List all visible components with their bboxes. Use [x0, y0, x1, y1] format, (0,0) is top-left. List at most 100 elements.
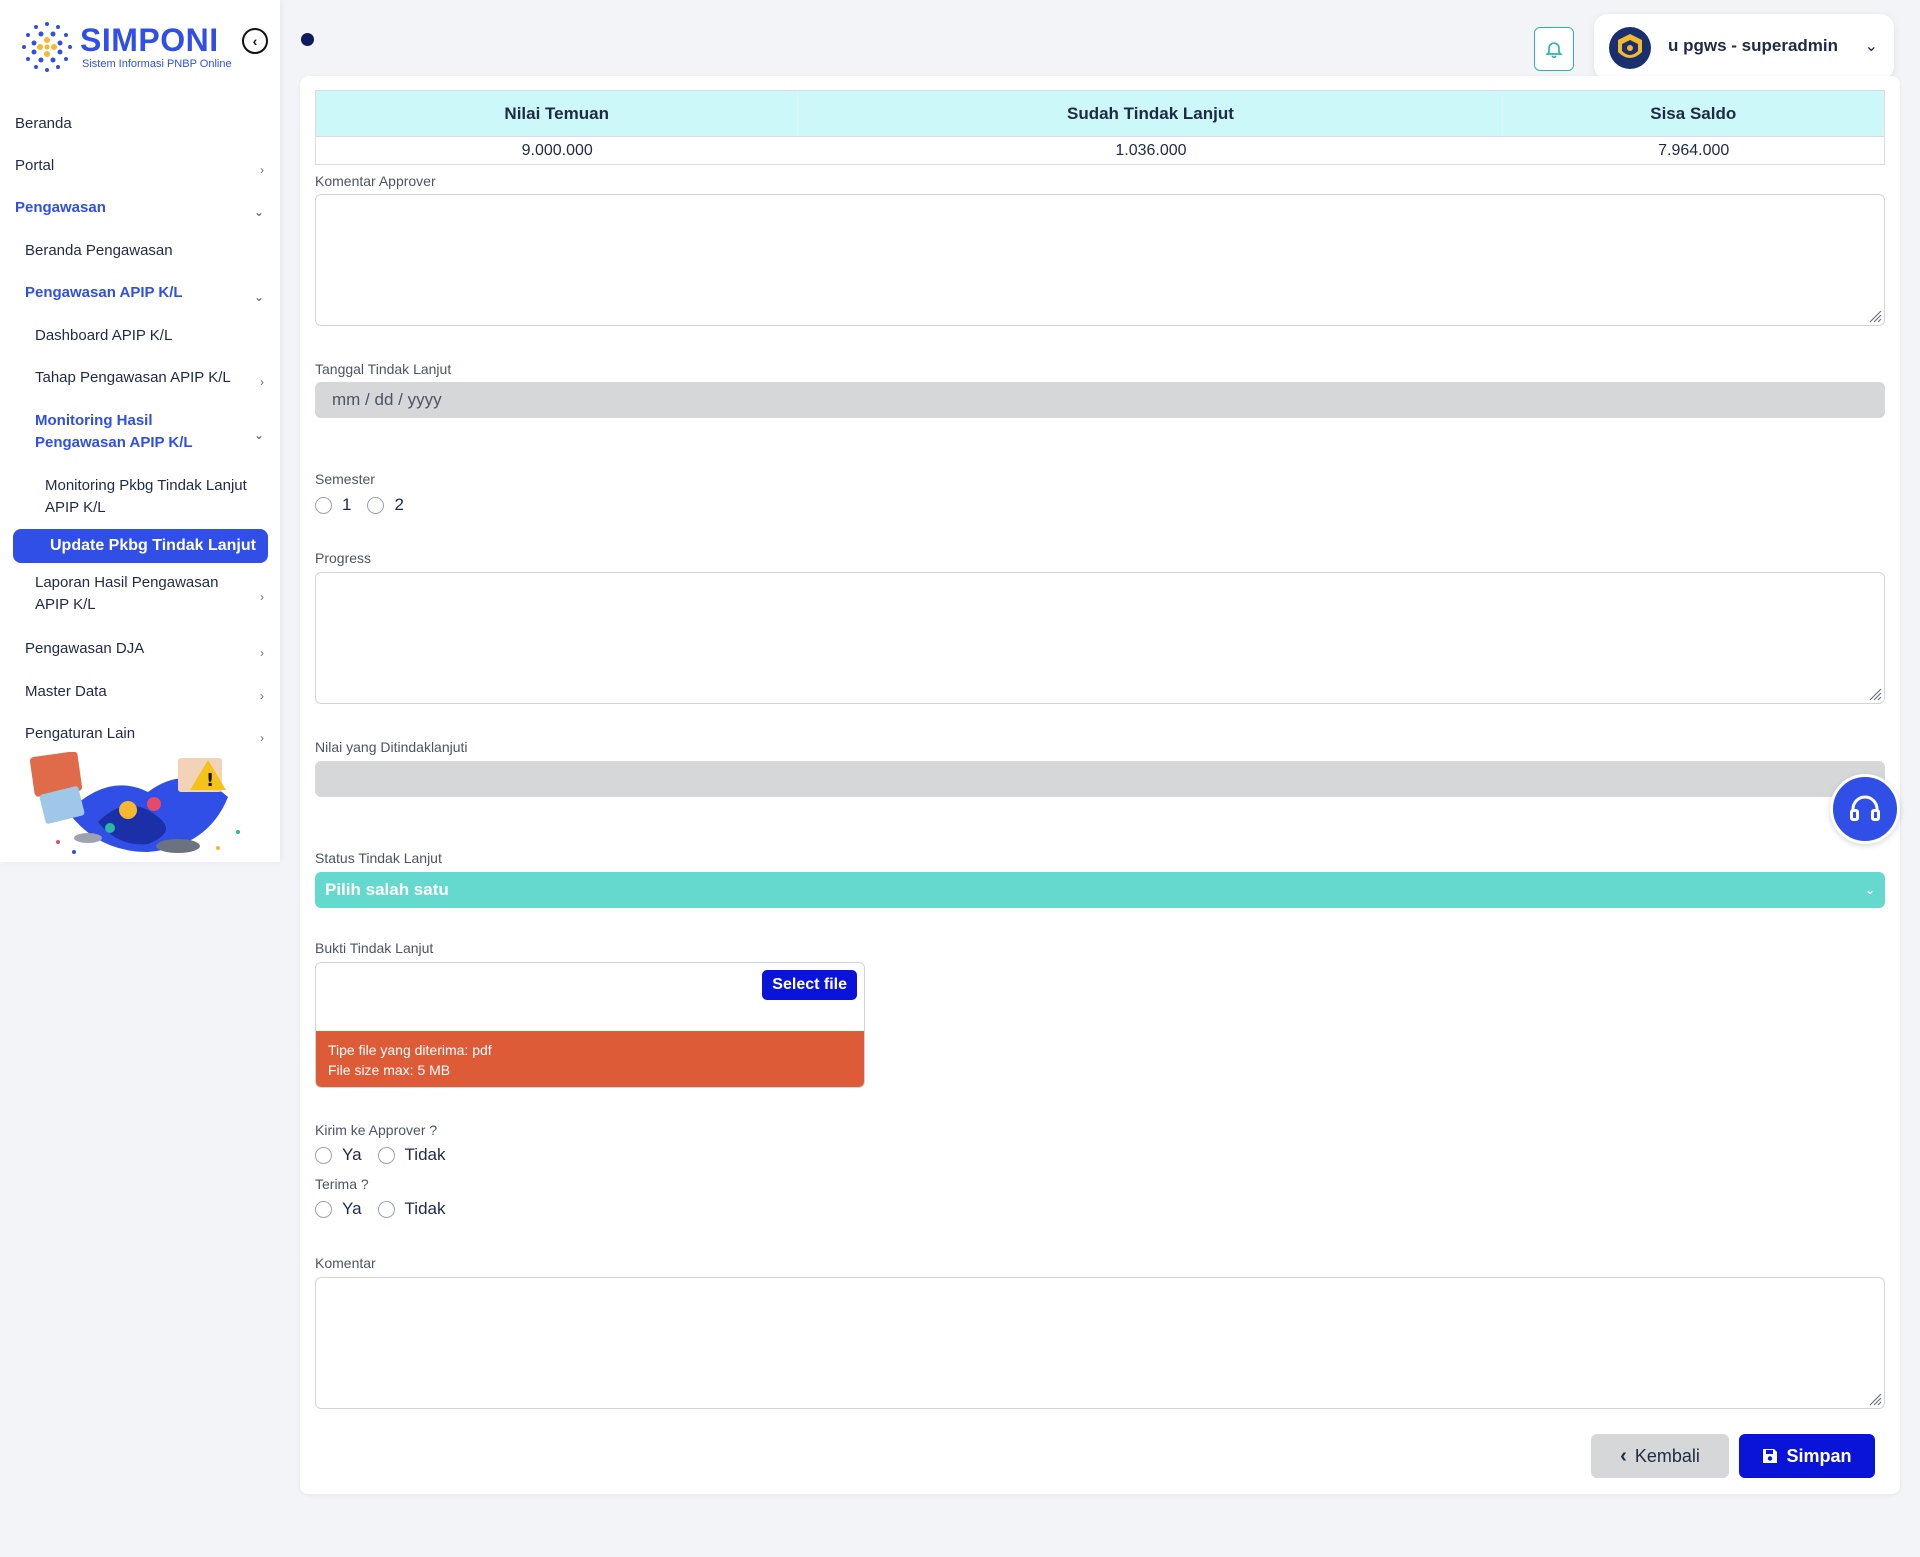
resize-grip-icon[interactable] — [1868, 1392, 1882, 1406]
chevron-right-icon: › — [260, 689, 264, 703]
sidebar-item-label: Monitoring Hasil Pengawasan APIP K/L — [35, 412, 193, 451]
sidebar-item-label: Pengawasan — [15, 199, 106, 216]
status-tindak-lanjut-select[interactable]: Pilih salah satu ⌄ — [315, 872, 1885, 908]
kirim-tidak-radio[interactable] — [377, 1146, 395, 1164]
sidebar-item-label: Pengawasan APIP K/L — [25, 284, 183, 301]
status-tindak-lanjut-label: Status Tindak Lanjut — [315, 850, 442, 866]
user-menu[interactable]: u pgws - superadmin ⌄ — [1594, 14, 1894, 80]
summary-value-sudah-tindak-lanjut: 1.036.000 — [798, 136, 1504, 164]
summary-table: Nilai Temuan Sudah Tindak Lanjut Sisa Sa… — [315, 90, 1885, 165]
chevron-down-icon: ⌄ — [1864, 38, 1878, 55]
kemenkeu-emblem-icon — [1609, 27, 1651, 69]
sidebar-item-pengaturan-lain[interactable]: Pengaturan Lain › — [0, 723, 272, 745]
svg-text:!: ! — [206, 770, 214, 791]
sidebar-item-master-data[interactable]: Master Data › — [0, 681, 272, 703]
nilai-ditindaklanjuti-input[interactable] — [315, 761, 1885, 797]
sidebar-item-label: Update Pkbg Tindak Lanjut — [50, 537, 256, 554]
komentar-approver-label: Komentar Approver — [315, 173, 436, 189]
summary-value-row: 9.000.000 1.036.000 7.964.000 — [316, 136, 1884, 164]
notification-bell-icon[interactable] — [1534, 27, 1574, 71]
summary-value-nilai-temuan: 9.000.000 — [316, 136, 799, 164]
sidebar-item-pengawasan[interactable]: Pengawasan ⌄ — [0, 197, 272, 219]
summary-value-sisa-saldo: 7.964.000 — [1503, 136, 1884, 164]
sidebar-item-laporan-hasil[interactable]: Laporan Hasil Pengawasan APIP K/L › — [0, 572, 272, 616]
simpan-label: Simpan — [1786, 1445, 1852, 1466]
status-dot — [301, 33, 314, 46]
chevron-down-icon: ⌄ — [253, 290, 264, 304]
semester-1-label: 1 — [342, 495, 352, 514]
chevron-right-icon: › — [260, 163, 264, 177]
summary-header-sisa-saldo: Sisa Saldo — [1503, 91, 1884, 136]
sidebar-item-beranda-pengawasan[interactable]: Beranda Pengawasan — [0, 240, 272, 262]
kirim-ya-label: Ya — [342, 1145, 362, 1164]
logo-dots-icon — [22, 22, 72, 72]
sidebar-item-label: Dashboard APIP K/L — [35, 327, 173, 344]
terima-radio-group: Ya Tidak — [315, 1199, 462, 1219]
chevron-left-icon: ‹ — [1620, 1444, 1627, 1467]
kirim-tidak-label: Tidak — [404, 1145, 446, 1164]
main-card: Nilai Temuan Sudah Tindak Lanjut Sisa Sa… — [300, 76, 1900, 1494]
kirim-ya-radio[interactable] — [315, 1146, 332, 1164]
user-name: u pgws - superadmin — [1668, 36, 1839, 55]
simpan-button[interactable]: Simpan — [1739, 1434, 1875, 1478]
summary-header-sudah-tindak-lanjut: Sudah Tindak Lanjut — [798, 91, 1504, 136]
terima-label: Terima ? — [315, 1176, 369, 1192]
sidebar-item-update-pkbg[interactable]: Update Pkbg Tindak Lanjut — [13, 529, 268, 563]
sidebar-item-label: Beranda Pengawasan — [25, 242, 173, 259]
file-size-info: File size max: 5 MB — [328, 1062, 451, 1078]
resize-grip-icon[interactable] — [1868, 309, 1882, 323]
sidebar-item-label: Monitoring Pkbg Tindak Lanjut APIP K/L — [45, 477, 247, 516]
sidebar: SIMPONI Sistem Informasi PNBP Online ‹ B… — [0, 0, 280, 862]
semester-1-radio[interactable] — [315, 496, 332, 514]
sidebar-item-label: Portal — [15, 157, 55, 174]
logo-title: SIMPONI — [80, 22, 219, 58]
komentar-approver-textarea[interactable] — [315, 194, 1885, 326]
sidebar-item-pengawasan-dja[interactable]: Pengawasan DJA › — [0, 638, 272, 660]
collapse-sidebar-icon[interactable]: ‹ — [242, 28, 268, 54]
logo-subtitle: Sistem Informasi PNBP Online — [82, 58, 232, 70]
status-select-value: Pilih salah satu — [325, 880, 449, 899]
file-upload-box[interactable]: Select file Tipe file yang diterima: pdf… — [315, 962, 865, 1088]
resize-grip-icon[interactable] — [1868, 687, 1882, 701]
semester-radio-group: 1 2 — [315, 495, 420, 515]
chevron-down-icon: ⌄ — [1864, 883, 1875, 897]
kirim-approver-radio-group: Ya Tidak — [315, 1145, 462, 1165]
chevron-right-icon: › — [260, 731, 264, 745]
customer-support-headset-icon[interactable] — [1830, 774, 1900, 844]
semester-2-radio[interactable] — [367, 496, 385, 514]
tanggal-tindak-lanjut-input[interactable]: mm / dd / yyyy — [315, 382, 1885, 418]
chevron-right-icon: › — [260, 375, 264, 389]
terima-ya-radio[interactable] — [315, 1200, 332, 1218]
sidebar-item-label: Pengaturan Lain — [25, 725, 136, 742]
sidebar-item-label: Master Data — [25, 683, 107, 700]
terima-tidak-label: Tidak — [404, 1199, 446, 1218]
summary-header-nilai-temuan: Nilai Temuan — [316, 91, 799, 136]
sidebar-item-label: Beranda — [15, 115, 72, 132]
chevron-down-icon: ⌄ — [253, 205, 264, 219]
bukti-tindak-lanjut-label: Bukti Tindak Lanjut — [315, 940, 434, 956]
sidebar-item-beranda[interactable]: Beranda — [0, 113, 272, 135]
terima-ya-label: Ya — [342, 1199, 362, 1218]
chevron-down-icon: ⌄ — [253, 428, 264, 442]
kembali-button[interactable]: ‹ Kembali — [1591, 1434, 1729, 1478]
sidebar-item-monitoring-hasil[interactable]: Monitoring Hasil Pengawasan APIP K/L ⌄ — [0, 410, 272, 454]
terima-tidak-radio[interactable] — [377, 1200, 395, 1218]
select-file-button[interactable]: Select file — [762, 970, 857, 1000]
semester-label: Semester — [315, 471, 375, 487]
progress-textarea[interactable] — [315, 572, 1885, 704]
sidebar-item-dashboard-apip[interactable]: Dashboard APIP K/L — [0, 325, 272, 347]
chevron-right-icon: › — [260, 646, 264, 660]
progress-label: Progress — [315, 550, 372, 566]
file-type-info: Tipe file yang diterima: pdf — [328, 1042, 492, 1058]
komentar-textarea[interactable] — [315, 1277, 1885, 1409]
nilai-ditindaklanjuti-label: Nilai yang Ditindaklanjuti — [315, 739, 468, 755]
sidebar-item-monitoring-pkbg[interactable]: Monitoring Pkbg Tindak Lanjut APIP K/L — [0, 475, 272, 519]
simponi-logo[interactable]: SIMPONI Sistem Informasi PNBP Online — [18, 18, 238, 78]
sidebar-item-portal[interactable]: Portal › — [0, 155, 272, 177]
komentar-label: Komentar — [315, 1255, 376, 1271]
summary-header-row: Nilai Temuan Sudah Tindak Lanjut Sisa Sa… — [316, 91, 1884, 136]
sidebar-item-label: Pengawasan DJA — [25, 640, 145, 657]
sidebar-item-pengawasan-apip[interactable]: Pengawasan APIP K/L ⌄ — [0, 282, 272, 304]
chevron-right-icon: › — [260, 590, 264, 604]
sidebar-item-tahap-pengawasan[interactable]: Tahap Pengawasan APIP K/L › — [0, 367, 272, 389]
